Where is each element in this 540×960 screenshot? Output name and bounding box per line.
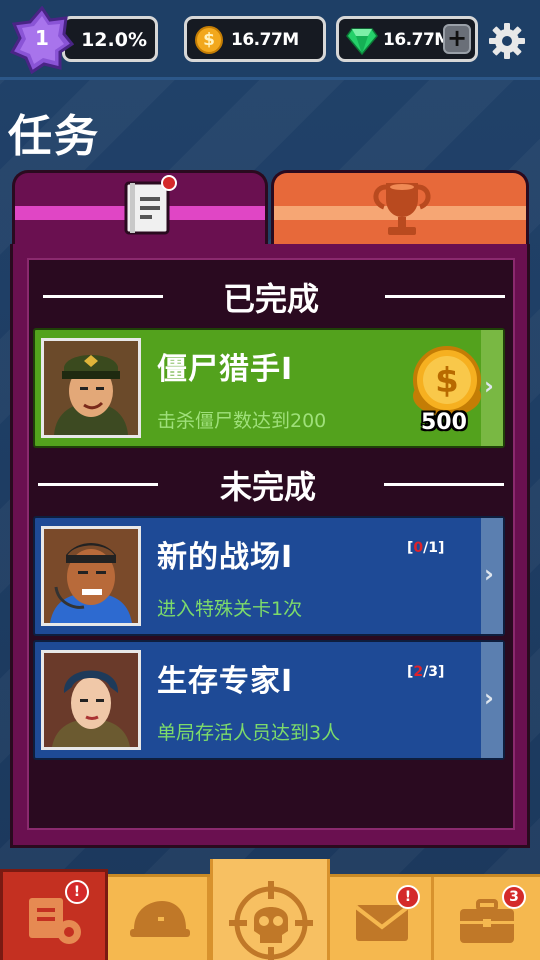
progress-current: 0	[413, 540, 424, 556]
mission-progress: [0/1]	[407, 540, 444, 556]
skull-crosshair-icon	[229, 865, 313, 960]
mission-description: 单局存活人员达到3人	[157, 722, 341, 744]
tab-missions[interactable]	[12, 170, 268, 250]
avatar-woman-soldier	[41, 650, 141, 750]
shop-badge: 3	[502, 885, 526, 909]
top-bar: 12.0% 1 $ 16.77M 16.77M +	[0, 0, 540, 80]
gem-counter: 16.77M +	[336, 16, 478, 62]
mission-progress: [2/3]	[407, 664, 444, 680]
progress-total: /3]	[423, 664, 445, 680]
chevron-right-icon: ›	[484, 372, 494, 400]
progress-current: 2	[413, 664, 424, 680]
reward-amount: 500	[421, 410, 467, 435]
level-badge[interactable]: 1	[10, 6, 74, 74]
card-expand-tab[interactable]: ›	[481, 518, 503, 634]
mail-badge: !	[396, 885, 420, 909]
mission-card-survival-expert[interactable]: 生存专家I [2/3] 单局存活人员达到3人 ›	[33, 640, 505, 760]
coin-icon: $	[195, 26, 223, 54]
gem-value: 16.77M	[383, 30, 451, 50]
nav-battle[interactable]	[210, 859, 330, 960]
svg-text:$: $	[435, 361, 459, 401]
mission-card-new-battlefield[interactable]: 新的战场I [0/1] 进入特殊关卡1次 ›	[33, 516, 505, 636]
incomplete-header: 未完成	[24, 462, 512, 506]
trophy-icon	[373, 183, 431, 235]
mission-description: 进入特殊关卡1次	[157, 598, 303, 620]
gem-icon	[346, 28, 378, 55]
chevron-right-icon: ›	[484, 560, 494, 588]
page-title: 任务	[8, 111, 100, 162]
card-expand-tab[interactable]: ›	[481, 642, 503, 758]
xp-percent: 12.0%	[81, 29, 147, 51]
tab-achievements[interactable]	[271, 170, 529, 246]
missions-badge: !	[65, 880, 89, 904]
mission-card-zombie-hunter[interactable]: 僵尸猎手I 击杀僵尸数达到200 $ 500 ›	[33, 328, 505, 448]
completed-header: 已完成	[29, 274, 513, 318]
divider	[384, 483, 504, 486]
coin-counter[interactable]: $ 16.77M	[184, 16, 326, 62]
add-gems-button[interactable]: +	[443, 24, 471, 54]
progress-total: /1]	[423, 540, 445, 556]
bottom-nav: ! ! 3	[0, 859, 540, 960]
chevron-right-icon: ›	[484, 684, 494, 712]
level-number: 1	[35, 26, 49, 50]
coin-value: 16.77M	[231, 30, 299, 50]
divider	[385, 295, 505, 298]
notification-dot	[161, 175, 177, 191]
nav-shop[interactable]: 3	[434, 877, 540, 960]
nav-mail[interactable]: !	[330, 877, 434, 960]
mission-name: 僵尸猎手I	[157, 352, 294, 387]
plus-icon: +	[446, 24, 468, 52]
avatar-soldier	[41, 526, 141, 626]
mission-name: 新的战场I	[157, 540, 294, 575]
gear-icon	[489, 23, 525, 59]
nav-equipment[interactable]	[108, 877, 210, 960]
mail-icon	[354, 905, 410, 941]
card-expand-tab[interactable]: ›	[481, 330, 503, 446]
xp-progress: 12.0%	[62, 16, 158, 62]
mission-name: 生存专家I	[157, 664, 294, 699]
mission-description: 击杀僵尸数达到200	[157, 410, 327, 432]
avatar-officer	[41, 338, 141, 438]
helmet-icon	[130, 901, 190, 937]
nav-missions[interactable]: !	[0, 869, 108, 960]
settings-button[interactable]	[488, 22, 526, 60]
